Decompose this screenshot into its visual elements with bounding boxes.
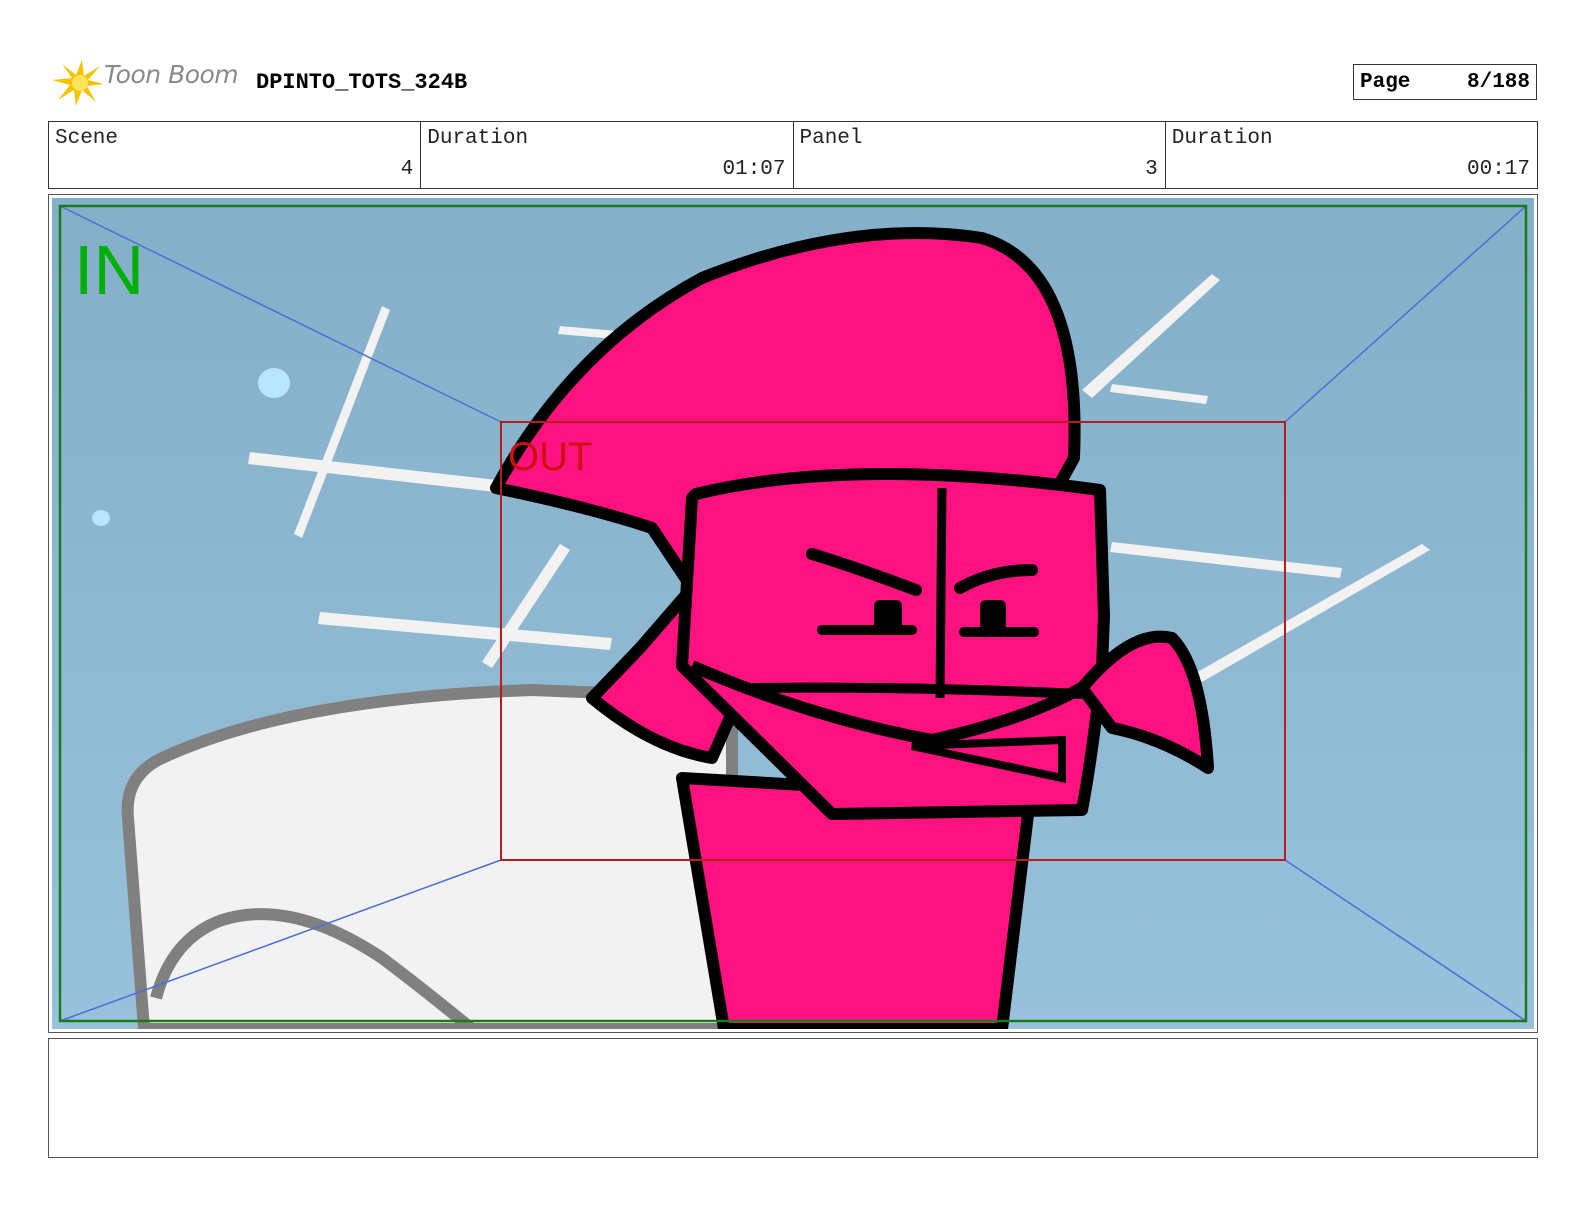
scene-duration-label: Duration xyxy=(427,127,529,150)
page-header: Toon Boom DPINTO_TOTS_324B Page 8/188 xyxy=(0,0,1582,118)
out-label: OUT xyxy=(508,435,592,479)
scene-duration-value: 01:07 xyxy=(722,158,786,181)
page-number: 8/188 xyxy=(1466,71,1530,94)
snow-dot xyxy=(258,368,290,398)
scene-duration-cell: Duration 01:07 xyxy=(421,122,794,188)
project-title: DPINTO_TOTS_324B xyxy=(256,70,468,95)
panel-cell: Panel 3 xyxy=(794,122,1166,188)
scene-cell: Scene 4 xyxy=(49,122,422,188)
panel-duration-value: 00:17 xyxy=(1466,158,1530,181)
storyboard-panel: IN OUT xyxy=(48,194,1538,1033)
panel-duration-cell: Duration 00:17 xyxy=(1166,122,1537,188)
toon-boom-logo: Toon Boom xyxy=(52,58,242,106)
scene-value: 4 xyxy=(400,158,414,181)
panel-notes xyxy=(48,1038,1538,1158)
page-indicator: Page 8/188 xyxy=(1353,64,1537,100)
scene-label: Scene xyxy=(55,127,119,150)
snow-dot-small xyxy=(92,510,110,526)
logo-text: Toon Boom xyxy=(104,60,239,89)
panel-info-table: Scene 4 Duration 01:07 Panel 3 Duration … xyxy=(48,121,1538,189)
starburst-icon xyxy=(52,60,104,106)
panel-value: 3 xyxy=(1145,158,1158,181)
panel-label: Panel xyxy=(799,127,863,150)
in-label: IN xyxy=(74,231,144,309)
panel-duration-label: Duration xyxy=(1171,127,1273,150)
panel-drawing: IN OUT xyxy=(52,198,1534,1029)
page-label: Page xyxy=(1360,71,1411,94)
